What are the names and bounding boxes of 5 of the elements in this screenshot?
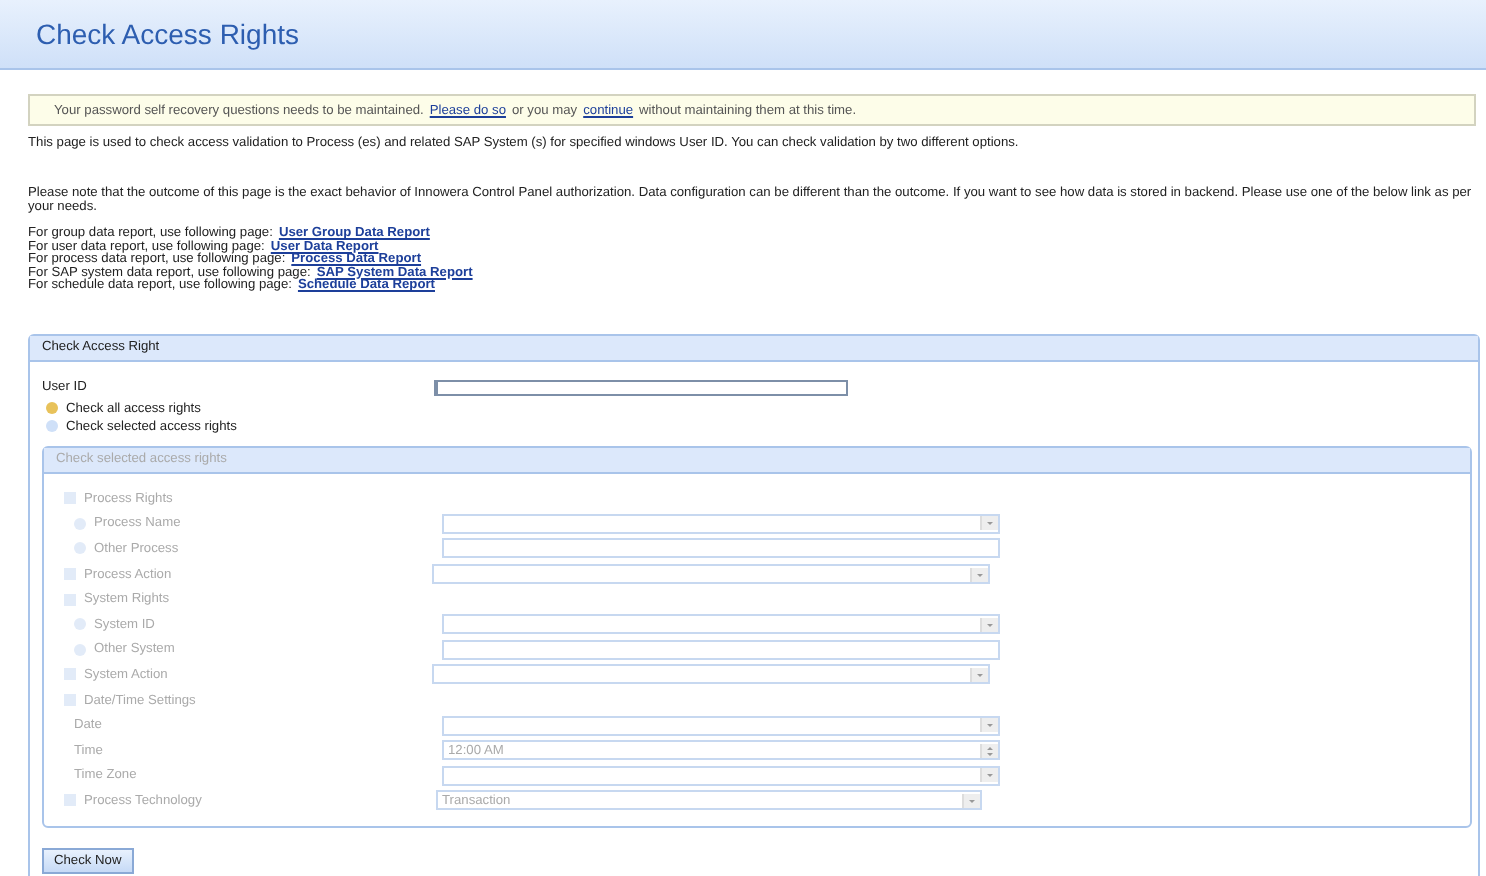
radio-button[interactable]: [46, 420, 58, 433]
user-id-field[interactable]: [434, 379, 848, 396]
spinner-icon: [980, 743, 998, 758]
page-title: Check Access Rights: [36, 18, 299, 50]
radio-button[interactable]: [46, 402, 58, 415]
